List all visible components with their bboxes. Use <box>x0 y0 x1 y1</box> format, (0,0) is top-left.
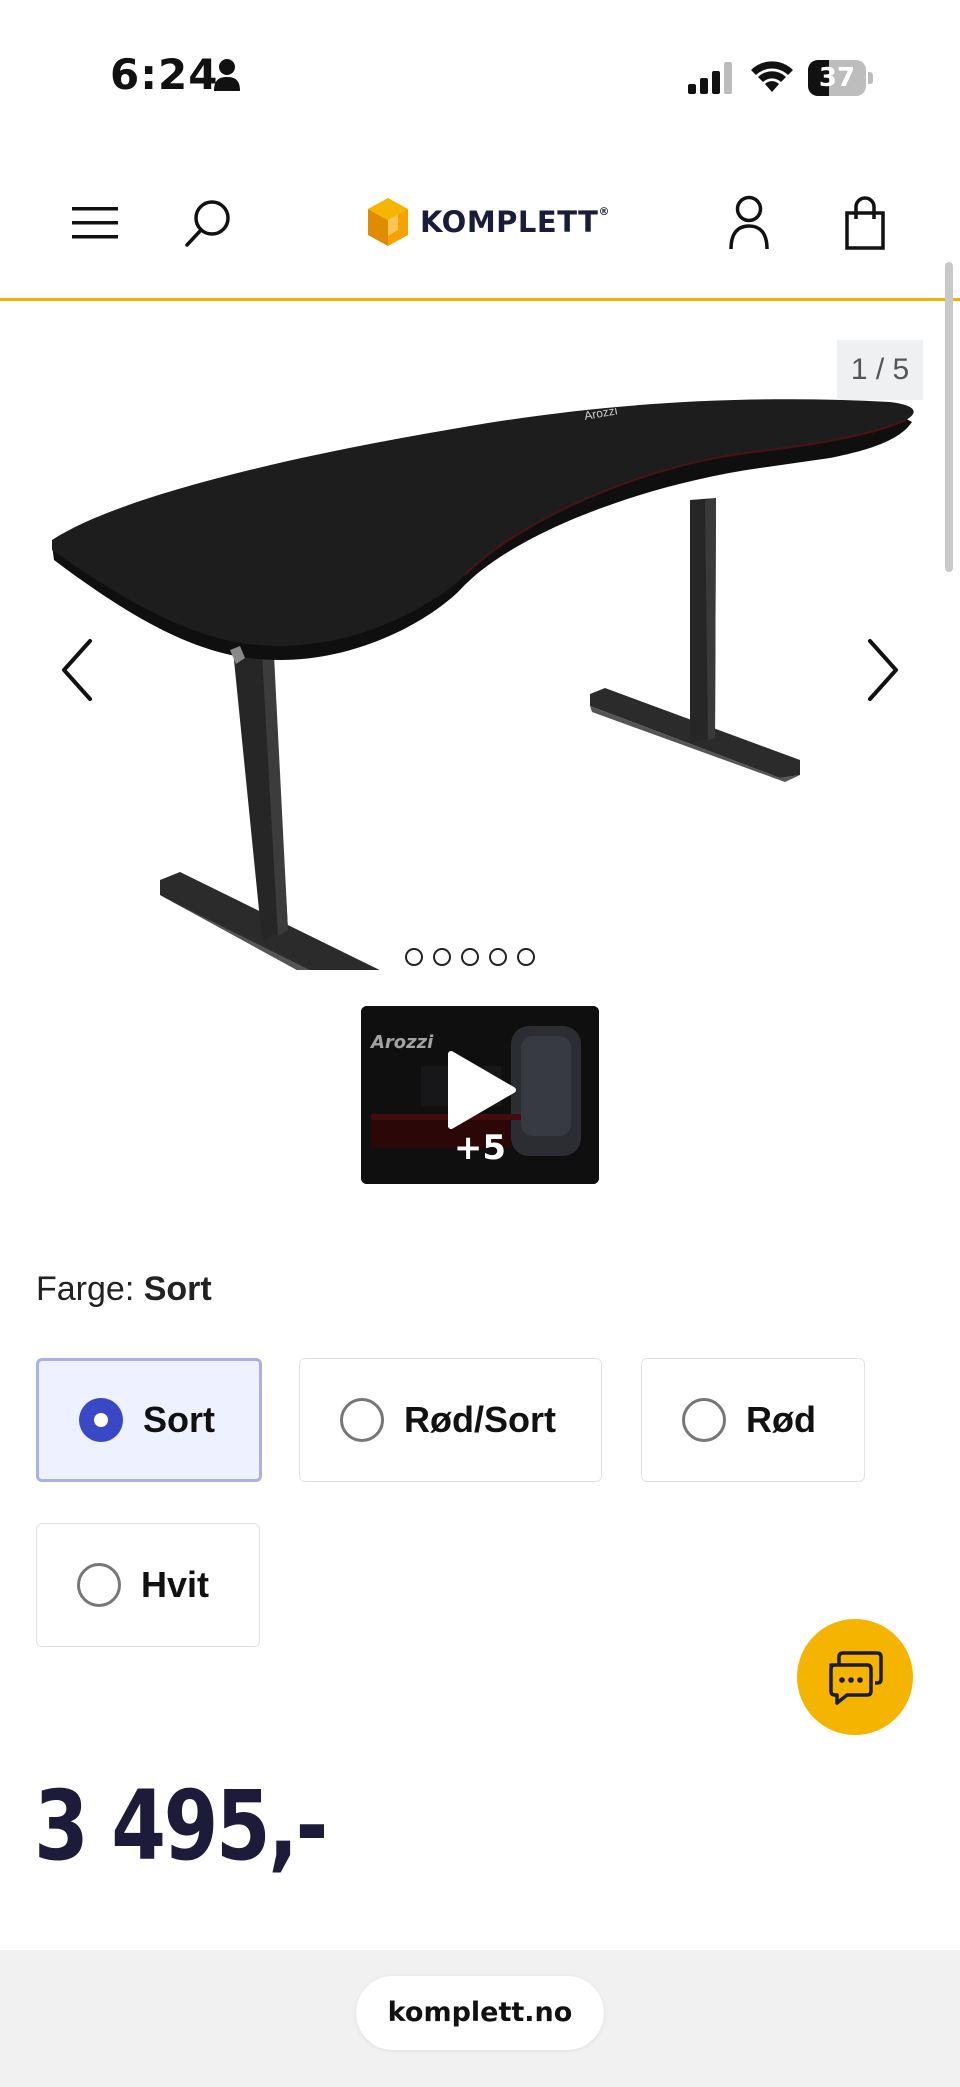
radio-unselected-icon <box>340 1398 384 1442</box>
radio-selected-icon <box>79 1398 123 1442</box>
shopping-bag-icon <box>845 196 885 250</box>
account-icon <box>729 195 769 250</box>
radio-unselected-icon <box>682 1398 726 1442</box>
color-option-label: Sort <box>143 1399 215 1440</box>
logo-text: KOMPLETT® <box>420 205 610 239</box>
status-bar: 6:24 37 <box>0 0 960 150</box>
gallery-dot[interactable] <box>489 948 507 966</box>
gallery-dot[interactable] <box>433 948 451 966</box>
radio-unselected-icon <box>77 1563 121 1607</box>
browser-toolbar: komplett.no <box>0 1950 960 2087</box>
gallery-dot[interactable] <box>405 948 423 966</box>
chat-bubbles-icon <box>829 1651 883 1705</box>
komplett-logo[interactable]: KOMPLETT® <box>366 194 610 250</box>
search-button[interactable] <box>180 196 236 252</box>
product-image-desk: Arozzi <box>52 399 914 970</box>
previous-image-arrow-icon[interactable] <box>56 635 100 705</box>
video-thumbnail[interactable]: Arozzi +5 <box>361 1006 599 1184</box>
selected-color-name: Sort <box>143 1270 212 1308</box>
cellular-signal-icon <box>688 62 732 94</box>
battery-icon: 37 <box>808 60 874 96</box>
site-header: KOMPLETT® <box>0 150 960 301</box>
person-icon <box>214 59 240 91</box>
logo-cube-icon <box>368 198 408 246</box>
color-option-label: Rød <box>746 1399 816 1440</box>
menu-button[interactable] <box>70 200 120 246</box>
color-label: Farge: Sort <box>36 1270 212 1308</box>
color-option-rod[interactable]: Rød <box>641 1358 865 1482</box>
more-media-count: +5 <box>453 1128 507 1168</box>
account-button[interactable] <box>726 194 772 252</box>
product-price: 3 495,- <box>34 1770 328 1882</box>
wifi-icon <box>751 61 793 92</box>
cart-button[interactable] <box>842 194 888 252</box>
product-image-gallery[interactable]: Arozzi 1 / 5 <box>0 300 960 990</box>
color-option-sort[interactable]: Sort <box>36 1358 262 1482</box>
gallery-dot[interactable] <box>517 948 535 966</box>
menu-icon <box>72 207 118 239</box>
search-icon <box>185 200 230 247</box>
chat-button[interactable] <box>797 1619 913 1735</box>
gallery-pagination <box>405 948 535 966</box>
next-image-arrow-icon[interactable] <box>860 635 904 705</box>
image-counter: 1 / 5 <box>837 340 923 400</box>
battery-level: 37 <box>818 63 856 93</box>
play-icon <box>448 1051 516 1129</box>
gallery-dot[interactable] <box>461 948 479 966</box>
color-option-label: Rød/Sort <box>404 1399 556 1440</box>
color-option-label: Hvit <box>141 1564 210 1605</box>
color-option-rod-sort[interactable]: Rød/Sort <box>299 1358 602 1482</box>
url-bar[interactable]: komplett.no <box>356 1976 604 2050</box>
status-time: 6:24 <box>110 50 219 99</box>
color-option-hvit[interactable]: Hvit <box>36 1523 260 1647</box>
